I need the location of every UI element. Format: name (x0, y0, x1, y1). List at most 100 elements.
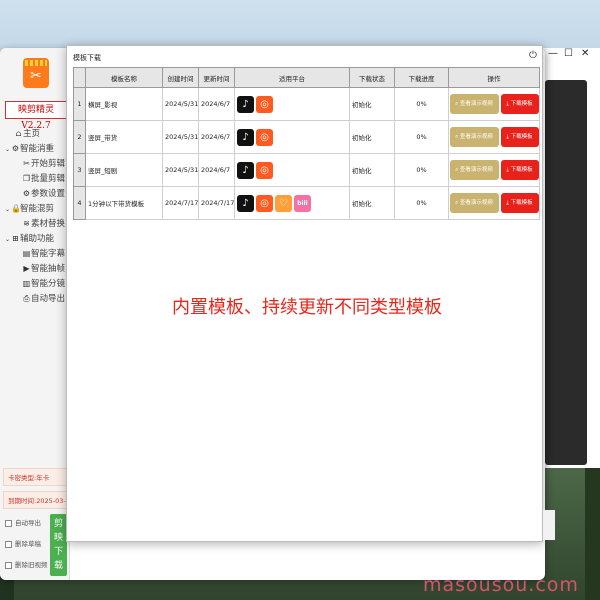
copy-icon: ❐ (22, 174, 31, 183)
template-download-dialog: 模板下载 ⏻ 模板名称 创建时间 更新时间 适用平台 下载状态 下载进度 操作 1 横屏_影视… (66, 45, 543, 542)
row-index: 1 (73, 87, 86, 121)
dialog-title: 模板下载 (73, 54, 101, 62)
power-icon[interactable]: ⏻ (529, 50, 537, 61)
sidebar-item[interactable]: ▥智能分镜 (0, 276, 70, 291)
template-table: 模板名称 创建时间 更新时间 适用平台 下载状态 下载进度 操作 1 横屏_影视 2024/5/… (73, 67, 540, 220)
updated-date: 2024/7/17 (198, 186, 235, 220)
xiaohongshu-icon: ♡ (275, 194, 292, 212)
tiktok-icon: ♪ (237, 128, 254, 146)
play-icon: ▶ (23, 264, 30, 273)
download-status: 初始化 (349, 186, 395, 220)
button-label: 下载模板 (510, 200, 533, 206)
secondary-window-edge (543, 510, 555, 540)
settings-icon: ⚙ (22, 189, 31, 198)
preview-video-button[interactable]: ⌕ 查看演示视频 (449, 193, 499, 213)
delete-old-video-checkbox[interactable]: 删除旧视频 (5, 561, 48, 570)
tiktok-icon: ♪ (237, 194, 254, 212)
minimize-icon[interactable]: — (548, 48, 558, 59)
row-index: 3 (73, 153, 86, 187)
created-date: 2024/5/31 (162, 153, 199, 187)
button-label: 下载模板 (510, 101, 533, 107)
updated-date: 2024/6/7 (198, 153, 235, 187)
grid-icon: ⊞ (12, 234, 19, 243)
row-index: 4 (73, 186, 86, 220)
table-row[interactable]: 1 横屏_影视 2024/5/31 2024/6/7 ♪ ◎ 初始化 0% ⌕ 查看演示视频 ⤓ … (73, 87, 540, 121)
sidebar: ✂ 映剪精灵V2.2.7 ⌂主页 ⌄ ⚙智能消重 ✂开始剪辑 ❐批量剪辑 ⚙参数设置 ⌄🔒智… (0, 48, 70, 580)
delete-draft-checkbox[interactable]: 删除草稿 (5, 540, 41, 549)
download-status: 初始化 (349, 153, 395, 187)
created-date: 2024/5/31 (162, 87, 199, 121)
column-header[interactable]: 下载进度 (394, 67, 449, 88)
sidebar-item-label: 辅助功能 (20, 234, 55, 244)
column-header[interactable]: 更新时间 (198, 67, 235, 88)
sidebar-item[interactable]: ⌄🔒智能混剪 (0, 201, 70, 216)
scissors-icon: ✂ (30, 68, 42, 84)
download-template-button[interactable]: ⤓ 下载模板 (500, 160, 539, 180)
sidebar-item-label: 智能抽帧 (31, 264, 66, 274)
sidebar-item[interactable]: ⎙自动导出 (0, 291, 70, 306)
sidebar-item-label: 智能分镜 (31, 279, 66, 289)
table-row[interactable]: 3 竖屏_短剧 2024/5/31 2024/6/7 ♪ ◎ 初始化 0% ⌕ 查看演示视频 ⤓ … (73, 153, 540, 187)
table-header: 模板名称 创建时间 更新时间 适用平台 下载状态 下载进度 操作 (73, 67, 540, 88)
watermark: masousou.com (423, 574, 579, 596)
download-status: 初始化 (349, 87, 395, 121)
row-actions: ⌕ 查看演示视频 ⤓ 下载模板 (448, 186, 540, 220)
bilibili-icon: bili (294, 194, 311, 212)
row-index: 2 (73, 120, 86, 154)
sidebar-nav: ⌂主页 ⌄ ⚙智能消重 ✂开始剪辑 ❐批量剪辑 ⚙参数设置 ⌄🔒智能混剪 ≋素材替换 ⌄ ⊞辅助功… (0, 126, 70, 306)
column-header[interactable]: 模板名称 (85, 67, 163, 88)
header-corner (73, 67, 86, 88)
kuaishou-icon: ◎ (256, 95, 273, 113)
sidebar-item-label: 开始剪辑 (31, 159, 66, 169)
sidebar-item-label: 智能字幕 (31, 249, 66, 259)
download-template-button[interactable]: ⤓ 下载模板 (500, 94, 539, 114)
sidebar-item-label: 自动导出 (31, 294, 66, 304)
button-label: 查看演示视频 (459, 101, 493, 107)
sidebar-item[interactable]: ⌄ ⊞辅助功能 (0, 231, 70, 246)
auto-export-checkbox[interactable]: 自动导出 (5, 519, 41, 528)
card-type-label: 卡密类型:年卡 (3, 468, 67, 486)
sidebar-item[interactable]: ✂开始剪辑 (0, 156, 70, 171)
sidebar-item[interactable]: ⌂主页 (0, 126, 70, 141)
sidebar-item[interactable]: ▶智能抽帧 (0, 261, 70, 276)
preview-video-button[interactable]: ⌕ 查看演示视频 (449, 127, 499, 147)
lock-icon: 🔒 (11, 204, 21, 213)
tiktok-icon: ♪ (237, 161, 254, 179)
created-date: 2024/7/17 (162, 186, 199, 220)
document-icon: ▥ (22, 279, 31, 288)
sidebar-item[interactable]: ▤智能字幕 (0, 246, 70, 261)
kuaishou-icon: ◎ (256, 161, 273, 179)
preview-video-button[interactable]: ⌕ 查看演示视频 (449, 94, 499, 114)
download-progress: 0% (394, 87, 449, 121)
template-name: 1分钟以下带货模板 (85, 186, 163, 220)
download-progress: 0% (394, 120, 449, 154)
sidebar-item[interactable]: ⌄ ⚙智能消重 (0, 141, 70, 156)
preview-panel (545, 80, 587, 465)
table-row[interactable]: 2 竖屏_带货 2024/5/31 2024/6/7 ♪ ◎ 初始化 0% ⌕ 查看演示视频 ⤓ … (73, 120, 540, 154)
maximize-icon[interactable]: ☐ (564, 48, 573, 59)
download-template-button[interactable]: ⤓ 下载模板 (500, 127, 539, 147)
template-name: 横屏_影视 (85, 87, 163, 121)
column-header[interactable]: 操作 (448, 67, 540, 88)
subtitle-icon: ▤ (22, 249, 31, 258)
sidebar-item-label: 智能混剪 (20, 204, 55, 214)
jianying-download-button[interactable]: 剪映下载 (50, 514, 67, 576)
table-row[interactable]: 4 1分钟以下带货模板 2024/7/17 2024/7/17 ♪ ◎ ♡ bili 初始化 0%… (73, 186, 540, 220)
template-name: 竖屏_短剧 (85, 153, 163, 187)
download-status: 初始化 (349, 120, 395, 154)
template-name: 竖屏_带货 (85, 120, 163, 154)
sidebar-item[interactable]: ❐批量剪辑 (0, 171, 70, 186)
column-header[interactable]: 创建时间 (162, 67, 199, 88)
layers-icon: ≋ (23, 219, 30, 228)
sidebar-item[interactable]: ⚙参数设置 (0, 186, 70, 201)
preview-video-button[interactable]: ⌕ 查看演示视频 (449, 160, 499, 180)
platform-list: ♪ ◎ (234, 120, 350, 154)
sidebar-item[interactable]: ≋素材替换 (0, 216, 70, 231)
column-header[interactable]: 下载状态 (349, 67, 395, 88)
column-header[interactable]: 适用平台 (234, 67, 350, 88)
close-icon[interactable]: ✕ (581, 48, 589, 59)
download-template-button[interactable]: ⤓ 下载模板 (500, 193, 539, 213)
home-icon: ⌂ (15, 129, 22, 138)
platform-list: ♪ ◎ ♡ bili (234, 186, 350, 220)
row-actions: ⌕ 查看演示视频 ⤓ 下载模板 (448, 120, 540, 154)
